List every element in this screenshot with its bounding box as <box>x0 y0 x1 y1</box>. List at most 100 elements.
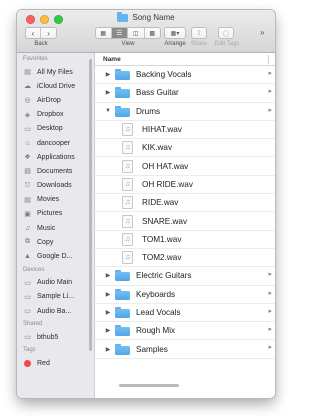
share-button[interactable]: ⇧ <box>191 27 207 39</box>
sidebar-item[interactable]: ▣ Pictures <box>17 207 94 221</box>
file-row[interactable]: ♫ OH HAT.wav <box>95 157 275 176</box>
cover-flow-icon: ▩ <box>149 30 156 37</box>
item-name: Backing Vocals <box>136 70 192 80</box>
sidebar-item-label: bthub5 <box>37 333 59 341</box>
sidebar-item[interactable]: Red <box>17 356 94 370</box>
tag-icon: ◯ <box>222 30 230 37</box>
sidebar-item[interactable]: ◎ AirDrop <box>17 93 94 107</box>
folder-row[interactable]: ▶ Electric Guitars ▸ <box>95 267 275 286</box>
arrange-button[interactable]: ▦▾ <box>164 27 186 39</box>
folder-row[interactable]: ▶ Samples ▸ <box>95 340 275 359</box>
sidebar-item[interactable]: ♫ Music <box>17 221 94 235</box>
sidebar-item[interactable]: ❖ Applications <box>17 150 94 164</box>
file-row[interactable]: ♫ TOM1.wav <box>95 231 275 249</box>
sidebar-item-label: AirDrop <box>37 96 61 104</box>
folder-icon <box>115 343 130 355</box>
row-overflow-icon: ▸ <box>268 326 272 334</box>
copy-icon: ⧉ <box>25 238 30 246</box>
file-row[interactable]: ♫ TOM2.wav <box>95 249 275 268</box>
downloads-icon: ⎋ <box>24 181 31 189</box>
item-name: TOM1.wav <box>142 234 182 244</box>
name-column-header[interactable]: Name <box>95 53 275 66</box>
sidebar-item[interactable]: ☁ iCloud Drive <box>17 79 94 93</box>
audio-file-icon: ♫ <box>122 214 133 228</box>
audio-file-icon: ♫ <box>122 141 133 155</box>
finder-window: Song Name ‹ › Back ▦ ☰ ◫ ▩ View ▦▾ Arran… <box>17 10 275 398</box>
file-row[interactable]: ♫ RIDE.wav <box>95 194 275 213</box>
item-name: Lead Vocals <box>136 308 181 317</box>
edit-tags-button[interactable]: ◯ <box>218 27 234 39</box>
sidebar-item[interactable]: ▤ All My Files <box>17 65 94 79</box>
audio-file-icon: ♫ <box>122 251 133 265</box>
sidebar-item-label: Downloads <box>37 182 72 190</box>
sidebar-scrollbar[interactable] <box>89 59 92 351</box>
file-row[interactable]: ♫ HIHAT.wav <box>95 121 275 140</box>
item-name: Electric Guitars <box>136 271 192 281</box>
disclosure-collapsed-icon[interactable]: ▶ <box>104 89 112 96</box>
sidebar-item[interactable]: ▲ Google D... <box>17 249 94 263</box>
horizontal-scrollbar[interactable] <box>119 384 179 387</box>
tag-color-icon <box>24 359 31 367</box>
view-control: ▦ ☰ ◫ ▩ <box>95 27 161 39</box>
sidebar-item[interactable]: ▤ Documents <box>17 164 94 178</box>
toolbar-overflow-button[interactable]: » <box>260 28 264 37</box>
view-label: View <box>121 41 135 47</box>
folder-row[interactable]: ▶ Keyboards ▸ <box>95 286 275 304</box>
toolbar: Song Name ‹ › Back ▦ ☰ ◫ ▩ View ▦▾ Arran… <box>17 10 275 53</box>
column-view-button[interactable]: ◫ <box>128 28 145 38</box>
icon-view-button[interactable]: ▦ <box>96 28 112 38</box>
folder-row[interactable]: ▶ Lead Vocals ▸ <box>95 304 275 323</box>
share-label: Share <box>190 41 207 47</box>
sidebar-section-header: Favorites <box>23 56 48 62</box>
file-row[interactable]: ♫ KIK.wav <box>95 139 275 158</box>
item-name: OH RIDE.wav <box>142 179 193 189</box>
folder-row[interactable]: ▶ Bass Guitar ▸ <box>95 84 275 103</box>
item-name: KIK.wav <box>142 143 173 153</box>
sidebar-item-label: Movies <box>37 196 60 204</box>
disclosure-collapsed-icon[interactable]: ▶ <box>104 272 112 279</box>
item-name: RIDE.wav <box>142 198 179 208</box>
sidebar-item[interactable]: ▭ Desktop <box>17 122 94 136</box>
sidebar-item[interactable]: ⧉ Copy <box>17 235 94 249</box>
sidebar-item[interactable]: ▭ bthub5 <box>17 330 94 344</box>
movies-icon: ▤ <box>24 196 31 204</box>
folder-row[interactable]: ▼ Drums ▸ <box>95 103 275 121</box>
forward-button[interactable]: › <box>41 28 56 38</box>
folder-row[interactable]: ▶ Backing Vocals ▸ <box>95 66 275 85</box>
window-title-text: Song Name <box>132 13 175 22</box>
sidebar-item[interactable]: ◈ Dropbox <box>17 108 94 122</box>
sidebar-item-label: Copy <box>37 238 54 246</box>
sidebar-item[interactable]: ⌂ dancooper <box>17 136 94 150</box>
sidebar-item-label: Pictures <box>37 210 63 218</box>
disclosure-expanded-icon[interactable]: ▼ <box>104 108 112 114</box>
file-row[interactable]: ♫ SNARE.wav <box>95 212 275 231</box>
applications-icon: ❖ <box>24 154 31 162</box>
sidebar-item[interactable]: ▤ Movies <box>17 193 94 207</box>
item-name: Rough Mix <box>136 326 176 336</box>
folder-icon <box>115 325 130 337</box>
sidebar-item[interactable]: ▭ Sample Li... <box>17 290 94 304</box>
sidebar-section-header: Shared <box>23 321 43 328</box>
sidebar-item-label: Desktop <box>37 125 63 133</box>
documents-icon: ▤ <box>24 168 31 176</box>
folder-row[interactable]: ▶ Rough Mix ▸ <box>95 322 275 341</box>
file-row[interactable]: ♫ OH RIDE.wav <box>95 176 275 195</box>
sidebar-item[interactable]: ▭ Audio Main <box>17 276 94 290</box>
name-column-label: Name <box>103 55 121 63</box>
sidebar-item[interactable]: ▭ Audio Ba... <box>17 304 94 318</box>
disclosure-collapsed-icon[interactable]: ▶ <box>104 291 112 298</box>
disclosure-collapsed-icon[interactable]: ▶ <box>104 327 112 334</box>
row-overflow-icon: ▸ <box>268 271 272 279</box>
audio-file-icon: ♫ <box>122 196 133 210</box>
disclosure-collapsed-icon[interactable]: ▶ <box>104 71 112 78</box>
list-view-button[interactable]: ☰ <box>111 28 129 38</box>
folder-icon <box>115 105 130 117</box>
sidebar-item[interactable]: ⎋ Downloads <box>17 179 94 193</box>
item-name: Drums <box>136 106 161 116</box>
sidebar-item-label: Red <box>37 359 50 367</box>
cover-flow-button[interactable]: ▩ <box>145 28 160 38</box>
item-name: Bass Guitar <box>136 88 179 98</box>
disclosure-collapsed-icon[interactable]: ▶ <box>104 309 112 316</box>
back-button[interactable]: ‹ <box>26 28 42 38</box>
disclosure-collapsed-icon[interactable]: ▶ <box>104 346 112 353</box>
